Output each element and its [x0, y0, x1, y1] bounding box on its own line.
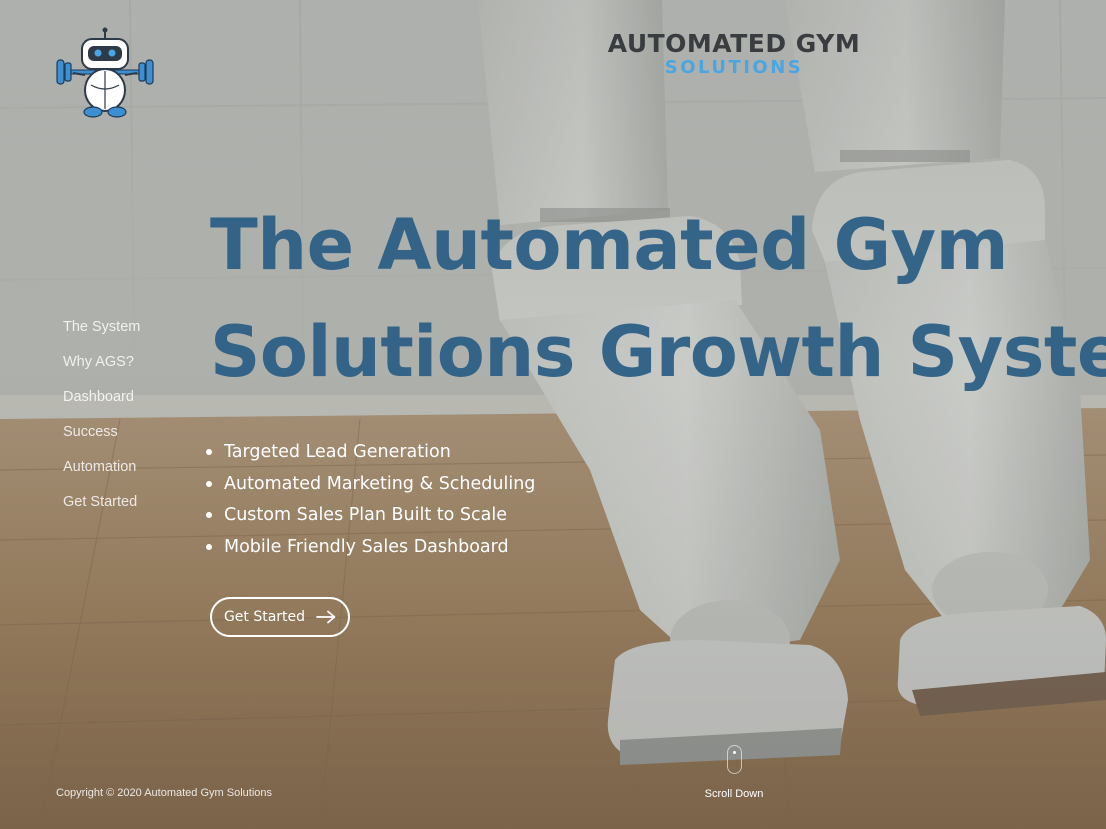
nav-item-automation[interactable]: Automation [63, 456, 140, 491]
hero-title-line2: Solutions Growth System [210, 311, 1106, 393]
feature-item: Custom Sales Plan Built to Scale [205, 502, 535, 534]
nav-item-get-started[interactable]: Get Started [63, 491, 140, 526]
nav-item-success[interactable]: Success [63, 421, 140, 456]
get-started-label: Get Started [223, 609, 306, 625]
feature-list: Targeted Lead Generation Automated Marke… [205, 439, 535, 565]
brand-wordmark[interactable]: AUTOMATED GYM SOLUTIONS [575, 30, 893, 78]
get-started-button[interactable]: Get Started [210, 597, 350, 637]
brand-name-line1: AUTOMATED GYM [607, 29, 861, 58]
feature-text: Automated Marketing & Scheduling [224, 473, 536, 494]
nav-item-the-system[interactable]: The System [63, 316, 140, 351]
side-nav: The System Why AGS? Dashboard Success Au… [63, 316, 140, 526]
bullet-icon [206, 449, 212, 455]
feature-item: Automated Marketing & Scheduling [205, 471, 535, 503]
feature-item: Targeted Lead Generation [205, 439, 535, 471]
bullet-icon [206, 480, 212, 487]
bullet-icon [206, 512, 212, 518]
brand-name-line2: SOLUTIONS [664, 57, 804, 78]
bullet-icon [206, 543, 212, 550]
mouse-icon [726, 745, 742, 774]
nav-item-dashboard[interactable]: Dashboard [63, 386, 140, 421]
landing-page: AUTOMATED GYM SOLUTIONS The System Why A… [0, 0, 1106, 829]
feature-text: Mobile Friendly Sales Dashboard [224, 536, 509, 557]
copyright-text: Copyright © 2020 Automated Gym Solutions [56, 787, 272, 799]
hero-title: The Automated Gym Solutions Growth Syste… [210, 192, 1106, 406]
hero-title-line1: The Automated Gym [210, 204, 1009, 286]
nav-item-why-ags[interactable]: Why AGS? [63, 351, 140, 386]
robot-logo-icon[interactable] [55, 27, 155, 119]
feature-item: Mobile Friendly Sales Dashboard [205, 534, 535, 566]
feature-text: Custom Sales Plan Built to Scale [224, 505, 507, 525]
scroll-down-indicator[interactable]: Scroll Down [700, 745, 768, 800]
feature-text: Targeted Lead Generation [224, 442, 451, 462]
scroll-down-label: Scroll Down [704, 788, 764, 800]
arrow-right-icon [316, 610, 336, 624]
hero-background-image [0, 0, 1106, 829]
mouse-wheel-dot [732, 751, 736, 754]
